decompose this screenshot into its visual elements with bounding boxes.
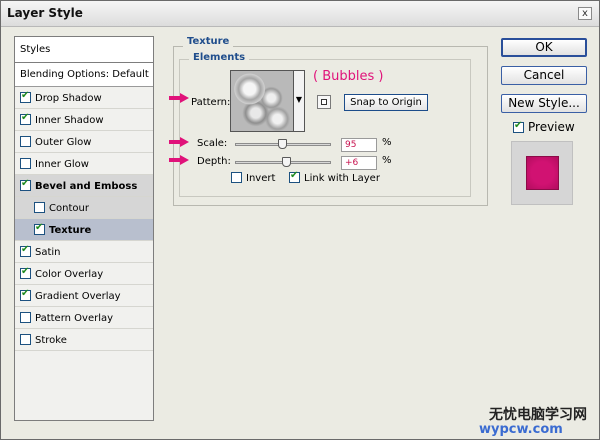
- style-item-label: Contour: [49, 203, 89, 214]
- style-item-label: Inner Shadow: [35, 115, 104, 126]
- pink-arrow-icon: [169, 93, 189, 103]
- checkbox-icon[interactable]: [34, 202, 45, 213]
- depth-percent: %: [382, 155, 392, 166]
- style-item-bevel-emboss[interactable]: Bevel and Emboss: [15, 175, 153, 197]
- snap-to-origin-button[interactable]: Snap to Origin: [344, 94, 428, 111]
- style-item-stroke[interactable]: Stroke: [15, 329, 153, 351]
- style-item-label: Gradient Overlay: [35, 291, 121, 302]
- pattern-picker-chevron-down-icon[interactable]: ▼: [294, 70, 305, 132]
- preview-swatch: [526, 156, 559, 190]
- new-style-button[interactable]: New Style...: [501, 94, 587, 113]
- link-checkbox-icon[interactable]: [289, 170, 300, 183]
- style-item-pattern-overlay[interactable]: Pattern Overlay: [15, 307, 153, 329]
- style-item-color-overlay[interactable]: Color Overlay: [15, 263, 153, 285]
- style-item-outer-glow[interactable]: Outer Glow: [15, 131, 153, 153]
- link-with-layer-label: Link with Layer: [304, 173, 380, 184]
- cancel-button[interactable]: Cancel: [501, 66, 587, 85]
- close-button[interactable]: x: [578, 7, 592, 20]
- checkbox-icon[interactable]: [20, 244, 31, 257]
- checkbox-icon[interactable]: [20, 178, 31, 191]
- layer-style-dialog: Layer Style x Styles Blending Options: D…: [0, 0, 600, 440]
- new-preset-icon: [321, 99, 327, 105]
- styles-list: Styles Blending Options: Default Drop Sh…: [14, 36, 154, 421]
- style-item-texture[interactable]: Texture: [15, 219, 153, 241]
- preview-option[interactable]: Preview: [513, 120, 575, 134]
- new-preset-button[interactable]: [317, 95, 331, 109]
- checkbox-icon[interactable]: [20, 90, 31, 103]
- invert-option[interactable]: Invert: [231, 172, 275, 184]
- blending-options-item[interactable]: Blending Options: Default: [15, 63, 153, 87]
- pattern-label: Pattern:: [191, 97, 231, 108]
- invert-checkbox-icon[interactable]: [231, 172, 242, 183]
- style-item-label: Inner Glow: [35, 159, 89, 170]
- style-item-gradient-overlay[interactable]: Gradient Overlay: [15, 285, 153, 307]
- checkbox-icon[interactable]: [20, 112, 31, 125]
- depth-slider-thumb[interactable]: [282, 157, 291, 167]
- window-title: Layer Style: [7, 6, 83, 20]
- styles-header[interactable]: Styles: [15, 37, 153, 63]
- checkbox-icon[interactable]: [20, 312, 31, 323]
- style-item-label: Bevel and Emboss: [35, 181, 138, 192]
- scale-slider-thumb[interactable]: [278, 139, 287, 149]
- pattern-swatch[interactable]: [230, 70, 294, 132]
- style-item-label: Texture: [49, 225, 92, 236]
- style-item-label: Drop Shadow: [35, 93, 102, 104]
- checkbox-icon[interactable]: [20, 158, 31, 169]
- scale-value-field[interactable]: 95: [341, 138, 377, 152]
- checkbox-icon[interactable]: [20, 136, 31, 147]
- depth-value-field[interactable]: +6: [341, 156, 377, 170]
- preview-label: Preview: [528, 120, 575, 134]
- title-bar[interactable]: Layer Style x: [1, 1, 599, 27]
- style-item-label: Pattern Overlay: [35, 313, 114, 324]
- link-with-layer-option[interactable]: Link with Layer: [289, 170, 380, 184]
- depth-label: Depth:: [197, 156, 231, 167]
- pink-arrow-icon: [169, 137, 189, 147]
- style-item-label: Outer Glow: [35, 137, 92, 148]
- style-item-contour[interactable]: Contour: [15, 197, 153, 219]
- style-item-label: Satin: [35, 247, 61, 258]
- checkbox-icon[interactable]: [34, 222, 45, 235]
- style-item-satin[interactable]: Satin: [15, 241, 153, 263]
- texture-group-title: Texture: [183, 36, 234, 47]
- checkbox-icon[interactable]: [20, 288, 31, 301]
- pattern-annotation: ( Bubbles ): [313, 69, 384, 84]
- style-item-inner-shadow[interactable]: Inner Shadow: [15, 109, 153, 131]
- scale-percent: %: [382, 137, 392, 148]
- style-item-label: Color Overlay: [35, 269, 104, 280]
- preview-checkbox-icon[interactable]: [513, 120, 524, 133]
- watermark-url: wypcw.com: [479, 422, 563, 437]
- style-item-drop-shadow[interactable]: Drop Shadow: [15, 87, 153, 109]
- style-item-inner-glow[interactable]: Inner Glow: [15, 153, 153, 175]
- checkbox-icon[interactable]: [20, 266, 31, 279]
- elements-group-title: Elements: [189, 52, 250, 63]
- scale-label: Scale:: [197, 138, 228, 149]
- style-item-label: Stroke: [35, 335, 67, 346]
- watermark-logo: 无忧电脑学习网: [489, 407, 587, 423]
- pink-arrow-icon: [169, 155, 189, 165]
- preview-thumbnail: [511, 141, 573, 205]
- invert-label: Invert: [246, 173, 276, 184]
- ok-button[interactable]: OK: [501, 38, 587, 57]
- checkbox-icon[interactable]: [20, 334, 31, 345]
